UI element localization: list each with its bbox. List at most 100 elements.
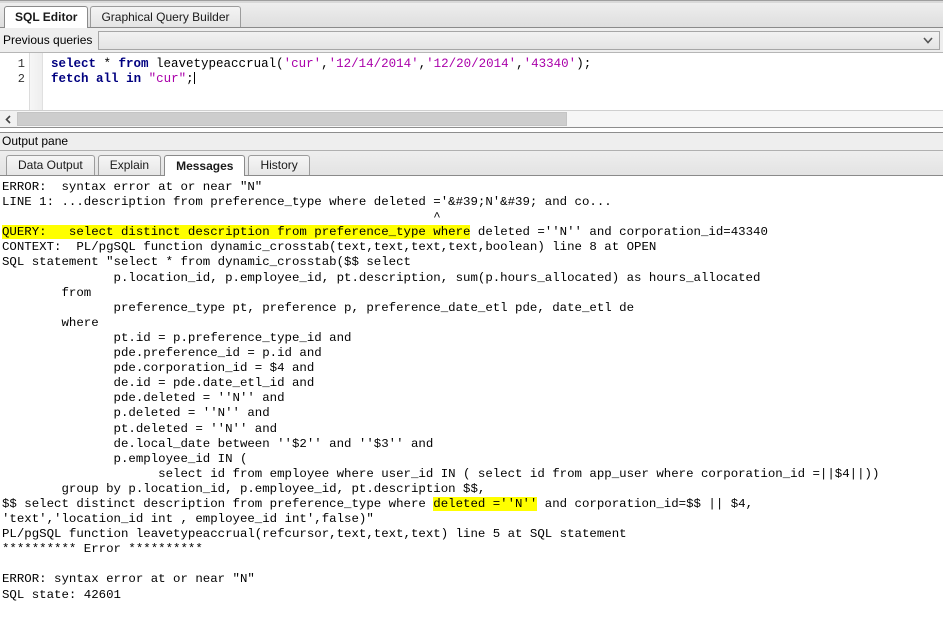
message-line: PL/pgSQL function leavetypeaccrual(refcu… xyxy=(2,527,943,542)
sql-token: select xyxy=(51,57,96,71)
message-line: ERROR: syntax error at or near "N" xyxy=(2,572,943,587)
sql-token: in xyxy=(126,72,141,86)
sql-token: '43340' xyxy=(524,57,577,71)
message-line: de.id = pde.date_etl_id and xyxy=(2,376,943,391)
sql-token: , xyxy=(419,57,427,71)
highlighted-text: deleted =''N'' xyxy=(433,497,537,511)
message-text: group by p.location_id, p.employee_id, p… xyxy=(2,482,485,496)
sql-token: fetch xyxy=(51,72,89,86)
message-line: LINE 1: ...description from preference_t… xyxy=(2,195,943,210)
message-line: where xyxy=(2,316,943,331)
sql-token: '12/20/2014' xyxy=(426,57,516,71)
message-text: 'text','location_id int , employee_id in… xyxy=(2,512,374,526)
sql-token: 'cur' xyxy=(284,57,322,71)
message-text: pde.deleted = ''N'' and xyxy=(2,391,285,405)
scrollbar-thumb[interactable] xyxy=(17,112,567,126)
message-text: pde.preference_id = p.id and xyxy=(2,346,322,360)
output-tab-row: Data OutputExplainMessagesHistory xyxy=(6,154,313,175)
message-text: p.deleted = ''N'' and xyxy=(2,406,270,420)
sql-token: , xyxy=(321,57,329,71)
message-line: p.employee_id IN ( xyxy=(2,452,943,467)
sql-token: ); xyxy=(576,57,591,71)
message-text: ^ xyxy=(2,210,441,224)
message-text: ERROR: syntax error at or near "N" xyxy=(2,572,255,586)
sql-token: '12/14/2014' xyxy=(329,57,419,71)
message-line: 'text','location_id int , employee_id in… xyxy=(2,512,943,527)
main-tab-bar: SQL EditorGraphical Query Builder xyxy=(0,0,943,28)
previous-queries-combobox[interactable] xyxy=(98,31,940,50)
message-text: deleted =''N'' and corporation_id=43340 xyxy=(470,225,767,239)
sql-editor-window: SQL EditorGraphical Query Builder Previo… xyxy=(0,0,943,621)
sql-token: "cur" xyxy=(149,72,187,86)
sql-code-text[interactable]: select * from leavetypeaccrual('cur','12… xyxy=(43,53,943,110)
chevron-down-icon[interactable] xyxy=(923,37,933,44)
message-text: SQL statement "select * from dynamic_cro… xyxy=(2,255,411,269)
line-number: 2 xyxy=(0,72,25,87)
message-text: pt.id = p.preference_type_id and xyxy=(2,331,351,345)
output-tab-bar: Data OutputExplainMessagesHistory xyxy=(0,151,943,176)
message-text: p.employee_id IN ( xyxy=(2,452,247,466)
main-tab-row: SQL EditorGraphical Query Builder xyxy=(4,6,243,27)
output-tab-messages[interactable]: Messages xyxy=(164,155,245,176)
message-line: pde.deleted = ''N'' and xyxy=(2,391,943,406)
message-text: and corporation_id=$$ || $4, xyxy=(537,497,753,511)
message-line xyxy=(2,557,943,572)
message-line: group by p.location_id, p.employee_id, p… xyxy=(2,482,943,497)
text-cursor xyxy=(194,72,195,84)
output-tab-explain[interactable]: Explain xyxy=(98,155,161,175)
message-line: pde.preference_id = p.id and xyxy=(2,346,943,361)
output-tab-data-output[interactable]: Data Output xyxy=(6,155,95,175)
message-line: select id from employee where user_id IN… xyxy=(2,467,943,482)
message-text: p.location_id, p.employee_id, pt.descrip… xyxy=(2,271,760,285)
message-text: $$ select distinct description from pref… xyxy=(2,497,433,511)
message-line: ERROR: syntax error at or near "N" xyxy=(2,180,943,195)
message-line: CONTEXT: PL/pgSQL function dynamic_cross… xyxy=(2,240,943,255)
message-text: SQL state: 42601 xyxy=(2,588,121,602)
output-pane-title: Output pane xyxy=(0,133,943,151)
message-line: p.location_id, p.employee_id, pt.descrip… xyxy=(2,271,943,286)
sql-line: fetch all in "cur"; xyxy=(51,72,943,87)
sql-token: leavetypeaccrual( xyxy=(149,57,284,71)
message-text: ********** Error ********** xyxy=(2,542,203,556)
message-text: pt.deleted = ''N'' and xyxy=(2,422,277,436)
message-line: p.deleted = ''N'' and xyxy=(2,406,943,421)
message-text: pde.corporation_id = $4 and xyxy=(2,361,314,375)
message-line: SQL state: 42601 xyxy=(2,588,943,603)
message-line: pt.id = p.preference_type_id and xyxy=(2,331,943,346)
line-number: 1 xyxy=(0,57,25,72)
sql-token: all xyxy=(96,72,119,86)
sql-token: , xyxy=(516,57,524,71)
sql-token: from xyxy=(119,57,149,71)
message-text: where xyxy=(2,316,99,330)
previous-queries-row: Previous queries xyxy=(0,28,943,53)
message-line: SQL statement "select * from dynamic_cro… xyxy=(2,255,943,270)
gutter-margin xyxy=(30,53,43,110)
sql-token xyxy=(141,72,149,86)
message-line: pt.deleted = ''N'' and xyxy=(2,422,943,437)
messages-output[interactable]: ERROR: syntax error at or near "N"LINE 1… xyxy=(0,176,943,621)
sql-editor-area[interactable]: 12 select * from leavetypeaccrual('cur',… xyxy=(0,53,943,110)
sql-token: * xyxy=(96,57,119,71)
sql-token xyxy=(89,72,97,86)
message-line: QUERY: select distinct description from … xyxy=(2,225,943,240)
sql-token: ; xyxy=(186,72,194,86)
message-text: de.local_date between ''$2'' and ''$3'' … xyxy=(2,437,433,451)
output-tab-history[interactable]: History xyxy=(248,155,309,175)
message-line: $$ select distinct description from pref… xyxy=(2,497,943,512)
message-text: LINE 1: ...description from preference_t… xyxy=(2,195,612,209)
message-text: ERROR: syntax error at or near "N" xyxy=(2,180,262,194)
sql-line: select * from leavetypeaccrual('cur','12… xyxy=(51,57,943,72)
main-tab-sql-editor[interactable]: SQL Editor xyxy=(4,6,88,28)
main-tab-graphical-query-builder[interactable]: Graphical Query Builder xyxy=(90,6,240,27)
message-text: de.id = pde.date_etl_id and xyxy=(2,376,314,390)
previous-queries-label: Previous queries xyxy=(0,33,98,47)
chevron-left-icon[interactable] xyxy=(0,111,17,127)
scrollbar-track[interactable] xyxy=(17,111,943,127)
message-line: ********** Error ********** xyxy=(2,542,943,557)
message-text: PL/pgSQL function leavetypeaccrual(refcu… xyxy=(2,527,627,541)
message-text: preference_type pt, preference p, prefer… xyxy=(2,301,634,315)
message-text: CONTEXT: PL/pgSQL function dynamic_cross… xyxy=(2,240,656,254)
message-line: pde.corporation_id = $4 and xyxy=(2,361,943,376)
editor-horizontal-scrollbar[interactable] xyxy=(0,110,943,127)
highlighted-text: QUERY: select distinct description from … xyxy=(2,225,470,239)
